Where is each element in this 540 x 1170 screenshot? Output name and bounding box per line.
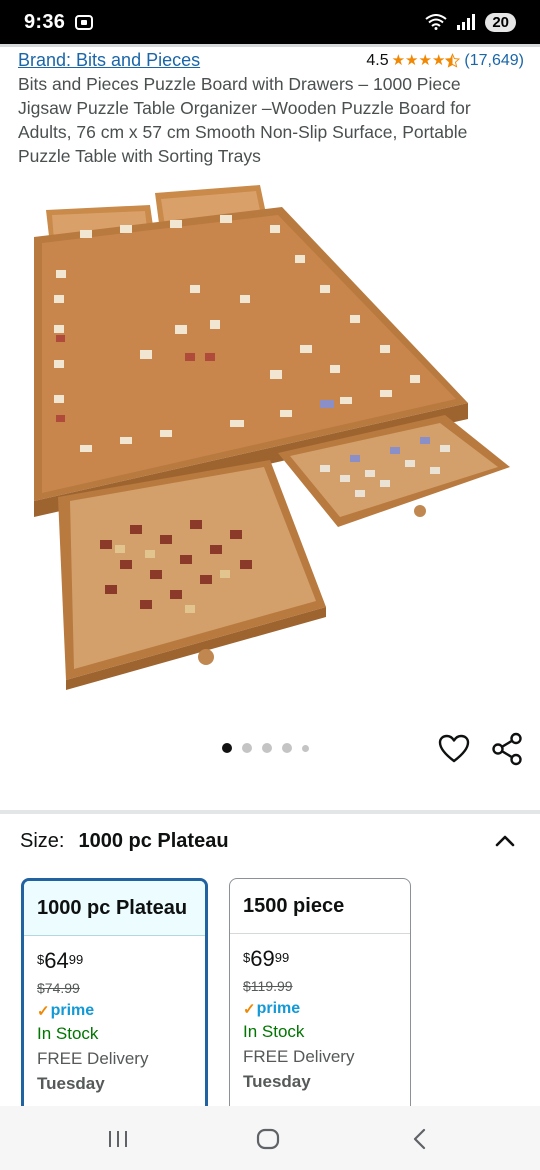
image-carousel-dots[interactable] <box>222 743 309 753</box>
half-star-icon <box>445 53 461 68</box>
star-icon: ★ <box>418 52 432 69</box>
prime-badge: ✓ prime <box>37 1002 192 1020</box>
brand-link[interactable]: Brand: Bits and Pieces <box>18 50 200 71</box>
option-price: $ 64 99 <box>37 948 192 974</box>
header-divider <box>0 44 540 47</box>
status-bar: 9:36 20 <box>0 0 540 44</box>
screenshot-notification-icon <box>75 14 94 30</box>
system-navigation-bar <box>0 1106 540 1170</box>
price-currency: $ <box>243 950 251 965</box>
rating-value: 4.5 <box>366 51 389 69</box>
price-fraction: 99 <box>274 950 290 965</box>
carousel-dot-3[interactable] <box>262 743 272 753</box>
signal-icon <box>457 14 476 30</box>
option-name: 1000 pc Plateau <box>24 881 205 936</box>
price-whole: 64 <box>44 948 69 973</box>
delivery-day: Tuesday <box>243 1072 311 1091</box>
rating-summary[interactable]: 4.5 ★ ★ ★ ★ (17,649) <box>366 52 524 70</box>
product-image[interactable] <box>20 175 520 705</box>
status-time: 9:36 <box>24 10 66 33</box>
prime-label: prime <box>50 1002 95 1019</box>
size-option-1500-piece[interactable]: 1500 piece $ 69 99 $119.99 ✓ prime In St… <box>229 878 411 1118</box>
prime-check-icon: ✓ <box>243 1001 256 1018</box>
delivery-day: Tuesday <box>37 1074 105 1093</box>
carousel-dot-4[interactable] <box>282 743 292 753</box>
home-icon[interactable] <box>256 1128 280 1150</box>
price-whole: 69 <box>250 946 275 971</box>
stock-status: In Stock <box>243 1022 305 1041</box>
list-price: $74.99 <box>37 980 80 996</box>
heart-icon[interactable] <box>438 734 470 764</box>
carousel-dot-2[interactable] <box>242 743 252 753</box>
carousel-dot-1[interactable] <box>222 743 232 753</box>
star-rating-icon: ★ ★ ★ ★ <box>392 53 461 68</box>
prime-check-icon: ✓ <box>37 1003 50 1020</box>
section-divider <box>0 810 540 814</box>
stock-status: In Stock <box>37 1024 99 1043</box>
price-fraction: 99 <box>68 952 84 967</box>
chevron-up-icon[interactable] <box>494 830 516 852</box>
recent-apps-icon[interactable] <box>107 1130 129 1148</box>
star-icon: ★ <box>391 52 406 69</box>
list-price: $119.99 <box>243 978 293 994</box>
battery-indicator: 20 <box>485 12 516 32</box>
delivery-info: FREE Delivery <box>243 1047 355 1066</box>
back-icon[interactable] <box>410 1128 430 1150</box>
share-icon[interactable] <box>490 732 524 766</box>
wifi-icon <box>425 14 447 30</box>
rating-count-link[interactable]: (17,649) <box>464 52 524 70</box>
option-name: 1500 piece <box>230 879 410 934</box>
size-option-1000-pc-plateau[interactable]: 1000 pc Plateau $ 64 99 $74.99 ✓ prime I… <box>21 878 208 1118</box>
option-price: $ 69 99 <box>243 946 397 972</box>
status-indicators: 20 <box>425 12 516 32</box>
brand-rating-row: Brand: Bits and Pieces 4.5 ★ ★ ★ ★ (17,6… <box>18 50 524 71</box>
price-currency: $ <box>37 952 45 967</box>
prime-badge: ✓ prime <box>243 1000 397 1018</box>
star-icon: ★ <box>405 52 419 69</box>
size-selector-header[interactable]: Size: 1000 pc Plateau <box>20 830 520 853</box>
product-title: Bits and Pieces Puzzle Board with Drawer… <box>18 74 471 166</box>
selected-size-value: 1000 pc Plateau <box>78 830 229 852</box>
size-label: Size: <box>20 830 65 852</box>
carousel-dot-5[interactable] <box>302 744 309 752</box>
prime-label: prime <box>256 1000 301 1017</box>
delivery-info: FREE Delivery <box>37 1049 149 1068</box>
star-icon: ★ <box>431 52 446 69</box>
